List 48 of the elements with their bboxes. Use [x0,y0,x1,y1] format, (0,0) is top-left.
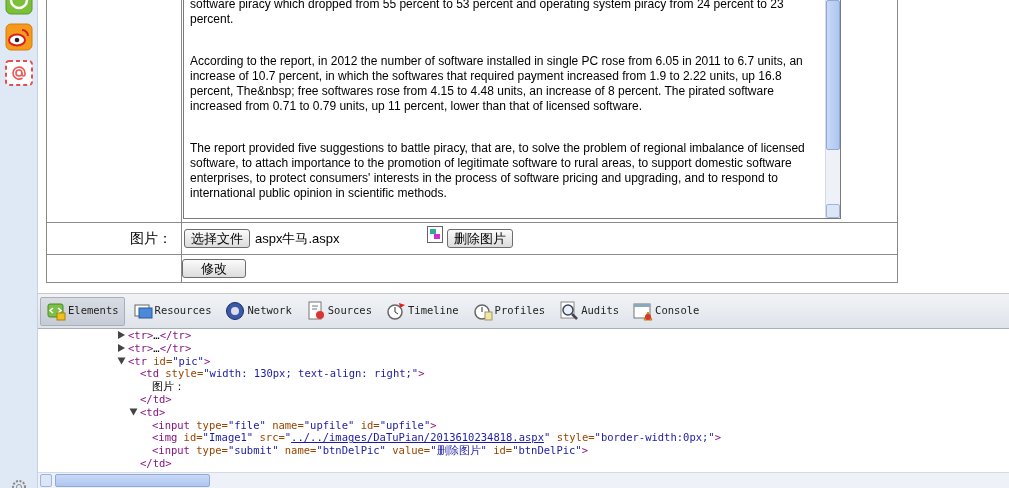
scrollbar-thumb[interactable] [55,474,210,487]
code-line: 图片： [152,380,185,393]
devtools-tab[interactable]: Network [219,296,298,326]
expand-toggle-icon[interactable] [117,357,126,365]
expand-toggle-icon[interactable] [118,331,125,340]
devtools-tab[interactable]: Elements [40,296,125,326]
paragraph: The report provided five suggestions to battle piracy, that are, to solve the problem of regional imbalance of licensed software, to attach importance to the promotion of legitimate software to rural areas, to support domestic software enterprises, to protect consumers' interests in the process of software pricing and upgrading, and to respond to international public opinion in scientific methods. [190,141,806,201]
delete-picture-button[interactable]: 删除图片 [447,229,513,248]
file-link[interactable]: ../../images/DaTuPian/2013610234818.aspx [291,431,544,444]
stopwatch-icon [386,301,406,321]
devtools-tab[interactable]: Profiles [466,296,552,326]
envelope-icon[interactable] [4,59,33,87]
code-line: <input type="file" name="upfile" id="upfile"> [152,418,437,432]
devtools-tab[interactable]: Timeline [380,296,465,326]
eye-icon[interactable] [4,23,33,51]
submit-button[interactable]: 修改 [182,259,246,278]
devtools-tab[interactable]: Audits [553,296,626,326]
magnifier-icon [559,301,580,321]
code-brackets-icon [46,301,66,321]
text-area[interactable] [183,0,841,219]
stopwatch-icon [472,301,493,321]
code-line: <td> [140,405,166,419]
code-line: <img id="Image1" src="../../images/DaTuPian/2013610234818.aspx" style="border-width:0px;"> [152,431,721,445]
expand-toggle-icon[interactable] [118,344,125,353]
code-line: <tr>…</tr> [128,329,192,342]
code-line: </td> [140,456,172,470]
devtools-tab[interactable]: Resources [126,296,218,326]
picture-icon [427,226,443,243]
code-line: <td style="width: 130px; text-align: right;"> [140,367,425,381]
globe-icon [225,301,246,321]
gear-icon[interactable] [10,479,27,488]
choose-file-button[interactable]: 选择文件 [184,229,250,248]
code-line: <input type="submit" name="btnDelPic" value="删除图片" id="btnDelPic"> [152,444,589,457]
document-icon [305,301,326,321]
code-line: <tr id="pic"> [128,354,211,368]
app-icon[interactable] [4,0,33,15]
field-label: 图片： [130,230,172,246]
scrollbar-thumb[interactable] [826,0,840,150]
code-line: </td> [140,393,172,406]
terminal-icon [633,301,654,321]
paragraph: software piracy which dropped from 55 percent to 53 percent and operating system piracy from 24 percent to 23 percent. [190,0,785,27]
paragraph: According to the report, in 2012 the number of software installed in single PC rose from 6.05 in 2011 to 6.7 units, an increase of 10.7 percent, in which the softwares that required payment increased from 1.9 to 2.22 units, up 16.8 percent, The&nbsp; free softwares rose from 4.15 to 4.48 units, an increase of 8 percent. The pirated software increased from 0.71 to 0.79 units, up 11 percent, lower than that of licensed software. [190,54,804,114]
devtools-tab[interactable]: Console [627,296,706,326]
expand-toggle-icon[interactable] [129,408,138,416]
windows-icon [132,301,153,321]
code-line: <tr>…</tr> [128,341,192,355]
devtools-tab[interactable]: Sources [299,296,378,326]
file-name: aspx牛马.aspx [255,229,341,248]
